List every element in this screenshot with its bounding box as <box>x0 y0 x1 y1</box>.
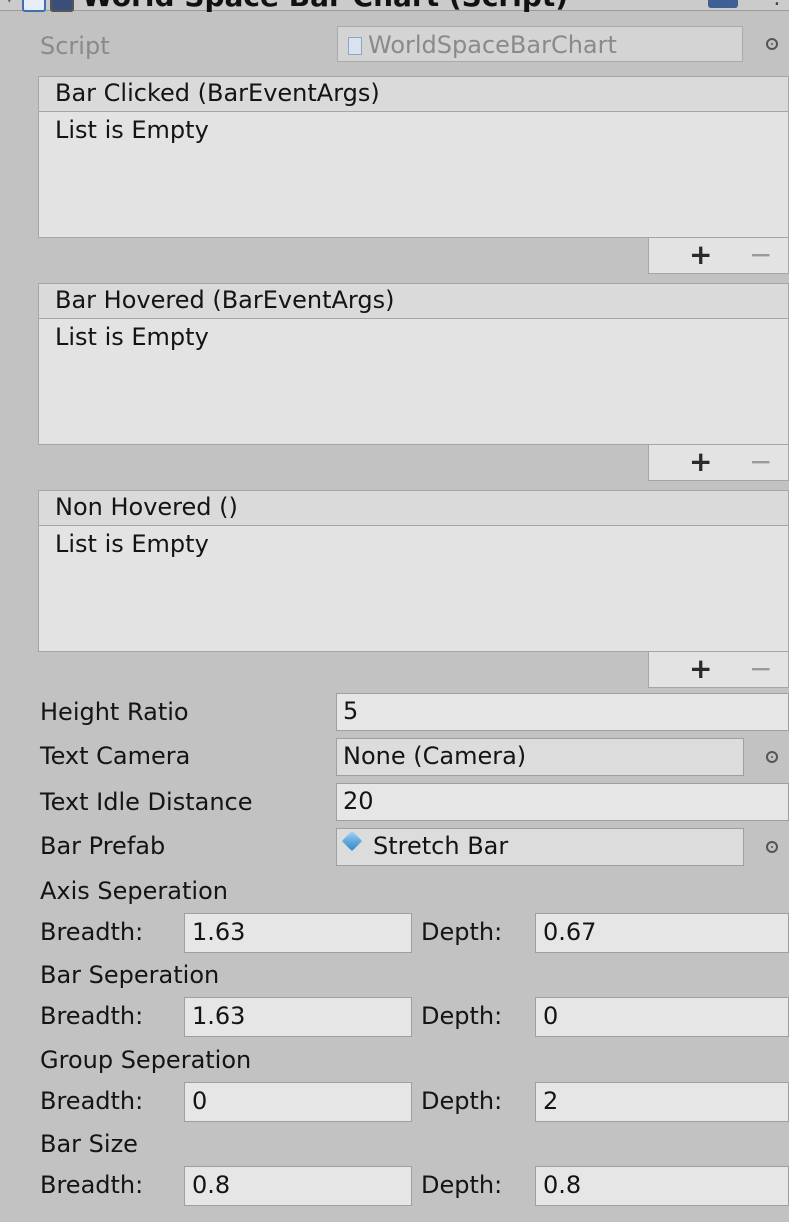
object-picker-icon[interactable] <box>766 751 778 763</box>
script-row: Script WorldSpaceBarChart <box>0 24 789 64</box>
component-title: World Space Bar Chart (Script) <box>82 0 568 13</box>
event-header: Bar Clicked (BarEventArgs) <box>38 76 789 112</box>
depth-label: Depth: <box>421 1002 503 1030</box>
event-empty-text: List is Empty <box>55 323 209 351</box>
bar-seperation-label: Bar Seperation <box>40 961 220 989</box>
add-listener-button[interactable]: + <box>689 445 712 478</box>
add-listener-button[interactable]: + <box>689 652 712 685</box>
help-icon[interactable] <box>708 0 738 8</box>
script-component-icon <box>22 0 46 12</box>
gear-icon[interactable]: ⋮ <box>766 0 788 9</box>
component-header[interactable]: ▾ World Space Bar Chart (Script) ⋮ <box>0 0 789 13</box>
axis-seperation-label: Axis Seperation <box>40 877 228 905</box>
bar-depth-field[interactable]: 0 <box>535 997 789 1037</box>
breadth-label: Breadth: <box>40 1087 144 1115</box>
group-breadth-value: 0 <box>192 1087 208 1115</box>
text-camera-value: None (Camera) <box>343 742 527 770</box>
bar-breadth-value: 1.63 <box>192 1002 246 1030</box>
text-camera-field[interactable]: None (Camera) <box>336 738 744 776</box>
group-breadth-field[interactable]: 0 <box>184 1082 412 1122</box>
breadth-label: Breadth: <box>40 918 144 946</box>
event-empty-text: List is Empty <box>55 116 209 144</box>
height-ratio-value: 5 <box>343 697 359 725</box>
remove-listener-button[interactable]: − <box>749 652 772 685</box>
foldout-arrow-icon[interactable]: ▾ <box>6 0 13 7</box>
bar-depth-value: 0 <box>543 1002 559 1030</box>
group-seperation-label: Group Seperation <box>40 1046 252 1074</box>
axis-depth-value: 0.67 <box>543 918 597 946</box>
script-field-value: WorldSpaceBarChart <box>368 31 617 59</box>
script-file-icon <box>348 37 362 55</box>
breadth-label: Breadth: <box>40 1002 144 1030</box>
component-enabled-checkbox[interactable] <box>50 0 74 12</box>
bar-breadth-field[interactable]: 1.63 <box>184 997 412 1037</box>
height-ratio-label: Height Ratio <box>40 698 189 726</box>
inspector-panel: ▾ World Space Bar Chart (Script) ⋮ Scrip… <box>0 0 789 1222</box>
group-depth-value: 2 <box>543 1087 559 1115</box>
bar-prefab-label: Bar Prefab <box>40 832 166 860</box>
text-idle-distance-value: 20 <box>343 787 374 815</box>
object-picker-icon[interactable] <box>766 841 778 853</box>
size-breadth-value: 0.8 <box>192 1171 231 1199</box>
event-list-footer: + − <box>648 238 789 274</box>
event-list-body[interactable]: List is Empty <box>38 319 789 445</box>
remove-listener-button[interactable]: − <box>749 445 772 478</box>
event-list-footer: + − <box>648 652 789 688</box>
axis-depth-field[interactable]: 0.67 <box>535 913 789 953</box>
breadth-label: Breadth: <box>40 1171 144 1199</box>
event-empty-text: List is Empty <box>55 530 209 558</box>
bar-size-label: Bar Size <box>40 1130 138 1158</box>
bar-prefab-field[interactable]: Stretch Bar <box>336 828 744 866</box>
event-list-body[interactable]: List is Empty <box>38 112 789 238</box>
depth-label: Depth: <box>421 1171 503 1199</box>
depth-label: Depth: <box>421 918 503 946</box>
event-header-label: Bar Hovered (BarEventArgs) <box>55 286 395 314</box>
script-label: Script <box>40 32 110 60</box>
add-listener-button[interactable]: + <box>689 238 712 271</box>
event-header: Non Hovered () <box>38 490 789 526</box>
script-field[interactable]: WorldSpaceBarChart <box>337 26 743 62</box>
height-ratio-field[interactable]: 5 <box>336 693 789 731</box>
text-idle-distance-label: Text Idle Distance <box>40 788 253 816</box>
object-picker-icon[interactable] <box>766 38 778 50</box>
event-list-footer: + − <box>648 445 789 481</box>
size-depth-value: 0.8 <box>543 1171 582 1199</box>
size-depth-field[interactable]: 0.8 <box>535 1166 789 1206</box>
prefab-cube-icon <box>341 830 363 852</box>
event-header-label: Non Hovered () <box>55 493 238 521</box>
axis-breadth-field[interactable]: 1.63 <box>184 913 412 953</box>
axis-breadth-value: 1.63 <box>192 918 246 946</box>
depth-label: Depth: <box>421 1087 503 1115</box>
group-depth-field[interactable]: 2 <box>535 1082 789 1122</box>
size-breadth-field[interactable]: 0.8 <box>184 1166 412 1206</box>
event-header-label: Bar Clicked (BarEventArgs) <box>55 79 380 107</box>
bar-prefab-value: Stretch Bar <box>373 832 509 860</box>
remove-listener-button[interactable]: − <box>749 238 772 271</box>
text-idle-distance-field[interactable]: 20 <box>336 783 789 821</box>
text-camera-label: Text Camera <box>40 742 191 770</box>
event-list-body[interactable]: List is Empty <box>38 526 789 652</box>
event-header: Bar Hovered (BarEventArgs) <box>38 283 789 319</box>
